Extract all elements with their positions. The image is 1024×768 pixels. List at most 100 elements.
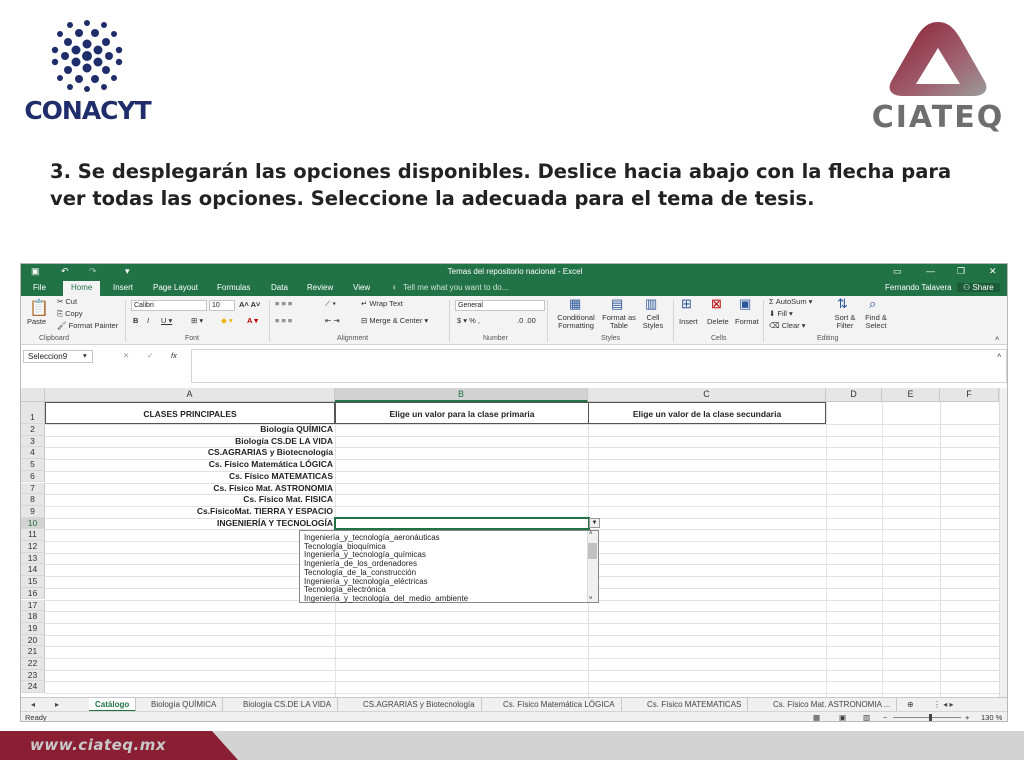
dropdown-option[interactable]: Tecnología_de_la_construcción — [304, 568, 416, 577]
cell-a-value[interactable]: Biología CS.DE LA VIDA — [45, 436, 335, 448]
dropdown-scroll-thumb[interactable] — [588, 543, 597, 559]
underline-button[interactable]: U ▾ — [161, 316, 172, 325]
format-button[interactable]: Format — [735, 317, 759, 326]
italic-button[interactable]: I — [147, 316, 149, 325]
find-select-button[interactable]: Find & Select — [861, 314, 891, 330]
autosum-button[interactable]: Σ AutoSum ▾ — [769, 297, 812, 306]
scroll-down-icon[interactable]: ˅ — [589, 596, 593, 602]
row-header[interactable]: 6 — [21, 470, 45, 483]
column-header-f[interactable]: F — [940, 388, 999, 402]
header-clases-principales[interactable]: CLASES PRINCIPALES — [45, 402, 335, 424]
dropdown-option[interactable]: Ingeniería_de_los_ordenadores — [304, 559, 417, 568]
zoom-slider-thumb[interactable] — [929, 714, 932, 721]
minimize-icon[interactable]: — — [926, 266, 935, 276]
format-painter-button[interactable]: 🖌 Format Painter — [57, 321, 118, 330]
row-header[interactable]: 5 — [21, 459, 45, 471]
insert-cells-icon[interactable]: ⊞ — [681, 296, 692, 312]
sheet-tab[interactable]: Cs. Físico Mat. ASTRONOMIA ... — [767, 698, 898, 712]
format-cells-icon[interactable]: ▣ — [739, 296, 751, 312]
validation-dropdown-list[interactable]: Ingeniería_y_tecnología_aeronáuticas Tecn… — [299, 530, 599, 603]
font-name-select[interactable]: Calibri — [131, 300, 207, 311]
row-header[interactable]: 10 — [21, 517, 45, 530]
cell-a-value[interactable]: Cs. Físico Matemática LÓGICA — [45, 459, 335, 471]
format-table-icon[interactable]: ▤ — [611, 296, 623, 312]
row-header[interactable]: 13 — [21, 552, 45, 565]
find-icon[interactable]: ⌕ — [869, 296, 876, 312]
expand-formula-icon[interactable]: ˄ — [997, 351, 1001, 360]
collapse-ribbon-icon[interactable]: ˄ — [995, 334, 999, 343]
cell-styles-icon[interactable]: ▥ — [645, 296, 657, 312]
sort-filter-button[interactable]: Sort & Filter — [831, 314, 859, 330]
dropdown-scrollbar[interactable]: ˄ ˅ — [587, 531, 598, 602]
vertical-scrollbar[interactable] — [999, 388, 1007, 698]
dropdown-option[interactable]: Ingeniería_y_tecnología_eléctricas — [304, 577, 428, 586]
tabs-scroll-icon[interactable]: ⋮ ◂ ▸ — [927, 698, 959, 712]
zoom-out-icon[interactable]: − — [883, 713, 887, 721]
sheet-tab[interactable]: Biología CS.DE LA VIDA — [237, 698, 339, 712]
row-header[interactable]: 16 — [21, 587, 45, 600]
wrap-text-button[interactable]: ↵ Wrap Text — [361, 299, 403, 308]
formula-input[interactable] — [191, 349, 1007, 383]
tell-me-box[interactable]: Tell me what you want to do... — [403, 283, 508, 292]
row-header[interactable]: 12 — [21, 541, 45, 553]
fill-color-icon[interactable]: ◆ ▾ — [221, 316, 233, 325]
format-as-table-button[interactable]: Format as Table — [601, 314, 637, 330]
row-header[interactable]: 15 — [21, 576, 45, 588]
row-header[interactable]: 20 — [21, 634, 45, 647]
conditional-formatting-icon[interactable]: ▦ — [569, 296, 581, 312]
delete-cells-icon[interactable]: ⊠ — [711, 296, 722, 312]
dropdown-option[interactable]: Tecnología_bioquímica — [304, 542, 386, 551]
new-sheet-icon[interactable]: ⊕ — [901, 698, 920, 712]
delete-button[interactable]: Delete — [707, 317, 729, 326]
sheet-tab[interactable]: Catálogo — [89, 698, 137, 712]
cell-a-value[interactable]: CS.AGRARIAS y Biotecnología — [45, 447, 335, 459]
row-header[interactable]: 18 — [21, 611, 45, 623]
menu-view[interactable]: View — [353, 283, 370, 292]
name-box-dropdown-icon[interactable]: ▾ — [83, 351, 87, 360]
cell-a-value[interactable]: Cs.FísicoMat. TIERRA Y ESPACIO — [45, 506, 335, 518]
column-header-a[interactable]: A — [45, 388, 335, 402]
column-header-d[interactable]: D — [826, 388, 882, 402]
zoom-level[interactable]: 130 % — [981, 713, 1002, 721]
sheet-tab[interactable]: Cs. Físico Matemática LÓGICA — [497, 698, 622, 712]
menu-file[interactable]: File — [33, 283, 46, 292]
scroll-up-icon[interactable]: ˄ — [589, 531, 593, 537]
paste-button[interactable]: Paste — [27, 317, 46, 326]
header-clase-primaria[interactable]: Elige un valor para la clase primaria — [335, 402, 589, 424]
header-clase-secundaria[interactable]: Elige un valor de la clase secundaria — [588, 402, 826, 424]
row-header[interactable]: 14 — [21, 564, 45, 577]
align-top-icon[interactable]: ≡ ≡ ≡ — [275, 299, 292, 308]
page-break-view-icon[interactable]: ▥ — [863, 713, 870, 721]
close-icon[interactable]: ✕ — [989, 266, 997, 277]
sheet-tab[interactable]: Cs. Físico MATEMATICAS — [641, 698, 749, 712]
row-header[interactable]: 3 — [21, 435, 45, 448]
selected-cell-b10[interactable] — [334, 517, 590, 530]
cell-styles-button[interactable]: Cell Styles — [639, 314, 667, 330]
clear-button[interactable]: ⌫ Clear ▾ — [769, 321, 806, 330]
paste-icon[interactable]: 📋 — [29, 298, 49, 318]
prev-sheet-icon[interactable]: ◂ — [25, 698, 41, 712]
dropdown-option[interactable]: Tecnología_electrónica — [304, 585, 386, 594]
cell-dropdown-arrow-icon[interactable]: ▼ — [589, 518, 600, 528]
orientation-icon[interactable]: ⟋ ▾ — [325, 299, 336, 309]
align-left-icon[interactable]: ≡ ≡ ≡ — [275, 316, 292, 325]
column-header-b[interactable]: B — [335, 388, 588, 402]
page-layout-view-icon[interactable]: ▣ — [839, 713, 846, 721]
row-header[interactable]: 9 — [21, 505, 45, 518]
menu-home[interactable]: Home — [63, 281, 101, 296]
row-header[interactable]: 1 — [21, 402, 45, 424]
currency-icon[interactable]: $ ▾ % , — [457, 316, 480, 325]
menu-formulas[interactable]: Formulas — [217, 283, 250, 292]
cell-a-value[interactable]: Cs. Físico Mat. ASTRONOMIA — [45, 483, 335, 495]
sort-filter-icon[interactable]: ⇅ — [837, 296, 848, 312]
borders-icon[interactable]: ⊞ ▾ — [191, 316, 203, 325]
row-header[interactable]: 19 — [21, 622, 45, 635]
row-header[interactable]: 4 — [21, 447, 45, 460]
number-format-select[interactable]: General — [455, 300, 545, 311]
column-header-e[interactable]: E — [882, 388, 940, 402]
menu-page-layout[interactable]: Page Layout — [153, 283, 198, 292]
cell-a-value[interactable]: Biología QUÍMICA — [45, 424, 335, 436]
row-header[interactable]: 23 — [21, 669, 45, 682]
ribbon-display-icon[interactable]: ▭ — [893, 266, 902, 277]
row-header[interactable]: 11 — [21, 529, 45, 541]
